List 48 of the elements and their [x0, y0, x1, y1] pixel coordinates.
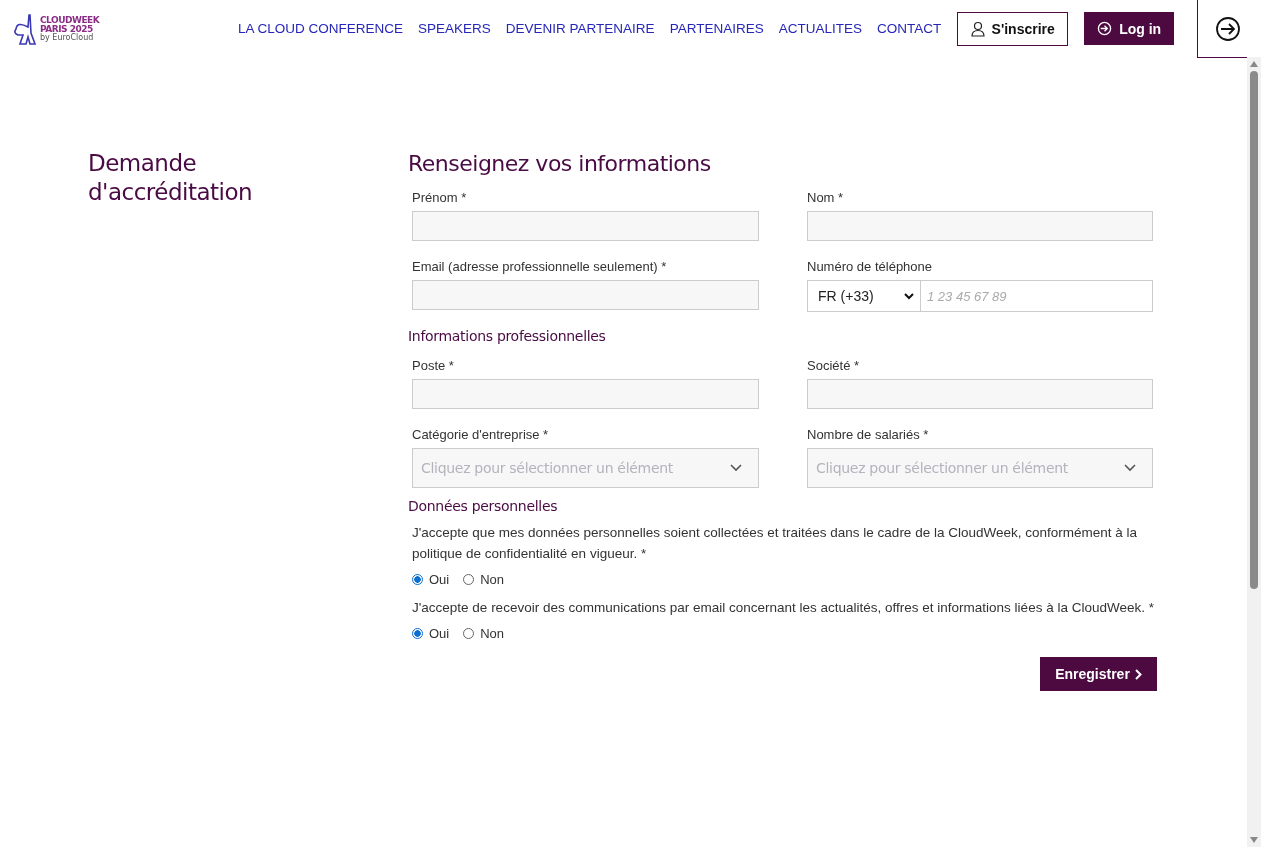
- chevron-down-icon: [904, 292, 914, 300]
- consent-question: J'accepte que mes données personnelles soient collectées et traitées dans le cadre de la CloudWeek, conformément à la politique de confidentialité en vigueur. *: [412, 524, 1138, 563]
- form-title: Renseignez vos informations: [408, 151, 712, 176]
- eiffel-cloud-icon: [13, 12, 39, 45]
- section-heading: Données personnelles: [408, 498, 559, 514]
- field-label: Prénom *: [412, 190, 468, 205]
- input-field[interactable]: [412, 211, 759, 241]
- user-icon: [970, 20, 985, 37]
- radio-option[interactable]: Non: [463, 626, 505, 641]
- field-label: Nombre de salariés *: [807, 427, 930, 442]
- consent-question: J'accepte de recevoir des communications par email concernant les actualités, offres et informations liées à la CloudWeek. *: [412, 599, 1155, 617]
- chevron-down-icon: [1124, 464, 1136, 472]
- logo-text: by EuroCloud: [40, 33, 95, 42]
- sign-in-icon: [1097, 21, 1113, 36]
- page-title: Demande d'accréditation: [88, 149, 254, 207]
- radio-option[interactable]: Non: [463, 572, 505, 587]
- submit-button[interactable]: Enregistrer: [1040, 657, 1157, 691]
- chevron-down-icon: [730, 464, 742, 472]
- scroll-thumb[interactable]: [1250, 71, 1258, 589]
- nav-link[interactable]: SPEAKERS: [418, 21, 491, 36]
- login-button[interactable]: Log in: [1084, 12, 1175, 45]
- field-label: Société *: [807, 358, 861, 373]
- country-dropdown[interactable]: FR (+33): [807, 280, 921, 312]
- input-field[interactable]: [412, 379, 759, 409]
- field-label: Poste *: [412, 358, 455, 373]
- register-button[interactable]: S'inscrire: [957, 11, 1069, 46]
- field-label: Catégorie d'entreprise *: [412, 427, 550, 442]
- scrollbar[interactable]: [1247, 57, 1261, 847]
- radio-option[interactable]: Oui: [412, 572, 450, 587]
- input-field[interactable]: [412, 280, 759, 310]
- nav-link[interactable]: ACTUALITES: [778, 21, 862, 36]
- input-field[interactable]: [807, 379, 1153, 409]
- field-label: Nom *: [807, 190, 845, 205]
- nav-link[interactable]: LA CLOUD CONFERENCE: [238, 21, 404, 36]
- phone-field[interactable]: 1 23 45 67 89: [921, 280, 1153, 312]
- logo-text: PARIS 2025: [40, 24, 94, 34]
- field-label: Numéro de téléphone: [807, 259, 934, 274]
- field-label: Email (adresse professionnelle seulement) *: [412, 259, 668, 274]
- nav-link[interactable]: DEVENIR PARTENAIRE: [505, 21, 655, 36]
- chevron-right-icon: [1134, 668, 1142, 680]
- input-field[interactable]: [807, 211, 1153, 241]
- radio-option[interactable]: Oui: [412, 626, 450, 641]
- nav-link[interactable]: PARTENAIRES: [669, 21, 764, 36]
- logo-text: CLOUDWEEK: [40, 15, 100, 25]
- section-heading: Informations professionnelles: [408, 328, 607, 344]
- nav-link[interactable]: CONTACT: [876, 21, 942, 36]
- arrow-circle-icon: [1214, 15, 1241, 42]
- scroll-down-icon: [1250, 837, 1258, 843]
